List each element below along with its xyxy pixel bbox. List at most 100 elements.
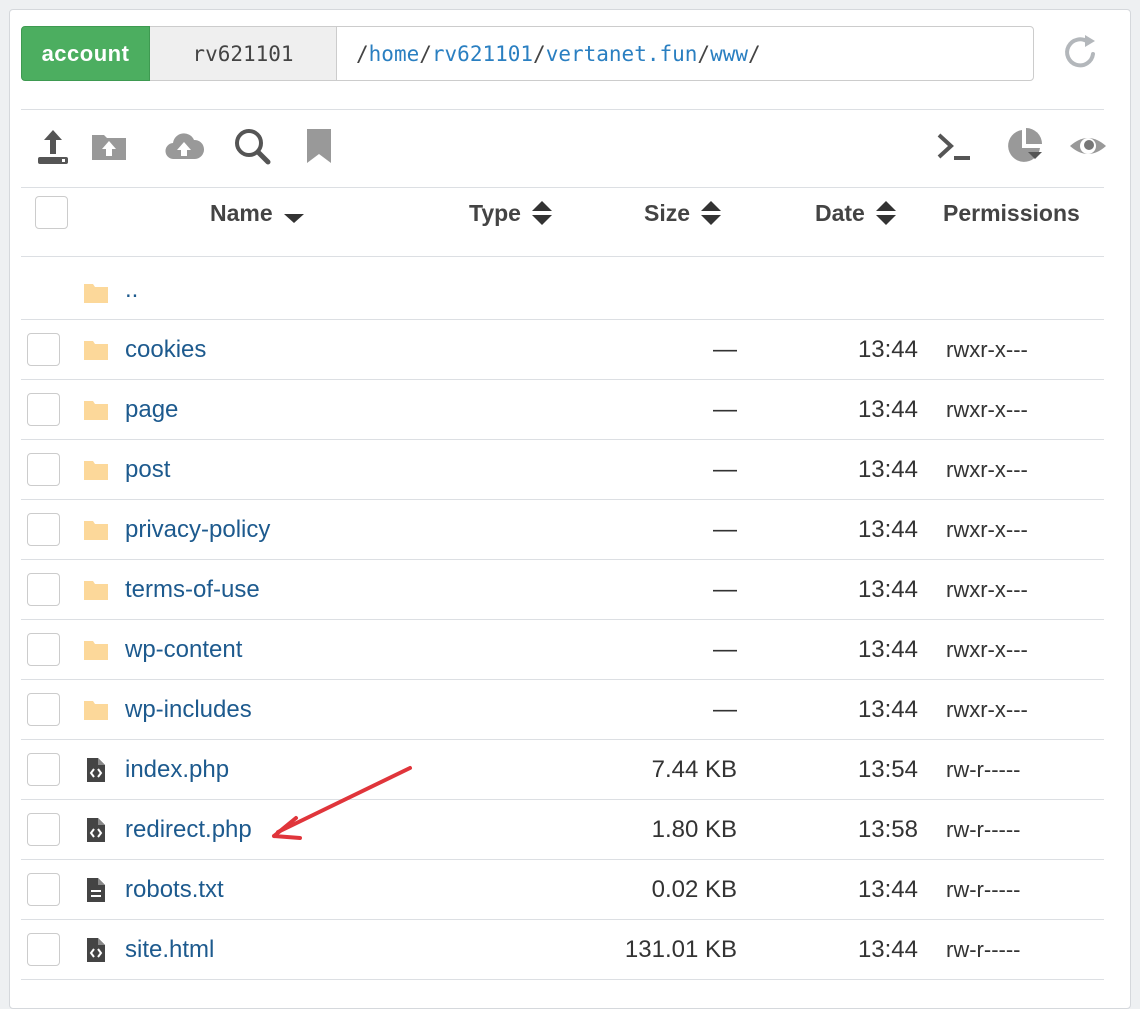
header-date[interactable]: Date xyxy=(815,178,897,248)
file-permissions[interactable]: rwxr-x--- xyxy=(946,620,1028,680)
file-name-link[interactable]: redirect.php xyxy=(125,800,252,860)
parent-dir-row[interactable]: .. xyxy=(21,248,1104,320)
search-icon[interactable] xyxy=(232,126,272,166)
file-size: 7.44 KB xyxy=(651,756,737,783)
file-permissions[interactable]: rw-r----- xyxy=(946,920,1021,980)
file-size: 0.02 KB xyxy=(651,876,737,903)
account-button[interactable]: account xyxy=(21,26,150,81)
path-segment-user[interactable]: rv621101 xyxy=(432,42,533,66)
file-name-link[interactable]: terms-of-use xyxy=(125,560,260,620)
file-date: 13:44 xyxy=(857,516,918,543)
row-checkbox[interactable] xyxy=(27,933,60,966)
upload-icon[interactable] xyxy=(33,126,73,166)
file-name-link[interactable]: page xyxy=(125,380,178,440)
table-row[interactable]: page — 13:44 rwxr-x--- xyxy=(21,380,1104,440)
path-separator: / xyxy=(419,41,432,66)
table-row[interactable]: wp-content — 13:44 rwxr-x--- xyxy=(21,620,1104,680)
parent-dir-link[interactable]: .. xyxy=(125,260,138,320)
path-separator: / xyxy=(748,41,761,66)
sort-icon xyxy=(531,201,552,225)
file-permissions[interactable]: rwxr-x--- xyxy=(946,680,1028,740)
table-row[interactable]: robots.txt 0.02 KB 13:44 rw-r----- xyxy=(21,860,1104,920)
file-permissions[interactable]: rw-r----- xyxy=(946,740,1021,800)
file-size: 131.01 KB xyxy=(624,936,737,963)
file-name-link[interactable]: wp-content xyxy=(125,620,242,680)
file-date: 13:54 xyxy=(857,756,918,783)
file-permissions[interactable]: rwxr-x--- xyxy=(946,320,1028,380)
row-checkbox[interactable] xyxy=(27,753,60,786)
row-checkbox[interactable] xyxy=(27,573,60,606)
bookmark-icon[interactable] xyxy=(299,126,339,166)
path-segment-www[interactable]: www xyxy=(710,42,748,66)
file-date: 13:44 xyxy=(857,576,918,603)
refresh-icon[interactable] xyxy=(1062,32,1102,72)
folder-icon xyxy=(84,284,108,303)
row-checkbox[interactable] xyxy=(27,453,60,486)
row-checkbox[interactable] xyxy=(27,693,60,726)
folder-icon xyxy=(84,581,108,600)
file-size: — xyxy=(713,396,737,423)
file-size: — xyxy=(713,336,737,363)
sort-icon xyxy=(701,201,722,225)
file-name-link[interactable]: robots.txt xyxy=(125,860,224,920)
header-permissions[interactable]: Permissions xyxy=(943,178,1080,248)
file-date: 13:58 xyxy=(857,816,918,843)
select-all-checkbox[interactable] xyxy=(35,196,68,229)
file-name-link[interactable]: post xyxy=(125,440,170,500)
pie-chart-icon[interactable] xyxy=(1004,126,1044,166)
table-row[interactable]: site.html 131.01 KB 13:44 rw-r----- xyxy=(21,920,1104,980)
file-name-link[interactable]: wp-includes xyxy=(125,680,252,740)
file-size: — xyxy=(713,576,737,603)
file-size: — xyxy=(713,516,737,543)
table-row[interactable]: redirect.php 1.80 KB 13:58 rw-r----- xyxy=(21,800,1104,860)
file-date: 13:44 xyxy=(857,696,918,723)
header-name[interactable]: Name xyxy=(210,178,305,248)
header-date-label: Date xyxy=(815,199,865,226)
row-checkbox[interactable] xyxy=(27,333,60,366)
annotation-arrow xyxy=(272,766,412,840)
folder-icon xyxy=(84,641,108,660)
table-row[interactable]: terms-of-use — 13:44 rwxr-x--- xyxy=(21,560,1104,620)
file-name-link[interactable]: index.php xyxy=(125,740,229,800)
file-permissions[interactable]: rwxr-x--- xyxy=(946,440,1028,500)
table-row[interactable]: index.php 7.44 KB 13:54 rw-r----- xyxy=(21,740,1104,800)
header-type-label: Type xyxy=(469,199,521,226)
table-row[interactable]: cookies — 13:44 rwxr-x--- xyxy=(21,320,1104,380)
row-checkbox[interactable] xyxy=(27,873,60,906)
table-row[interactable]: privacy-policy — 13:44 rwxr-x--- xyxy=(21,500,1104,560)
file-date: 13:44 xyxy=(857,636,918,663)
path-separator: / xyxy=(697,41,711,66)
table-row[interactable]: wp-includes — 13:44 rwxr-x--- xyxy=(21,680,1104,740)
path-segment-domain[interactable]: vertanet.fun xyxy=(546,42,698,66)
folder-icon xyxy=(84,521,108,540)
file-permissions[interactable]: rw-r----- xyxy=(946,860,1021,920)
path-separator: / xyxy=(356,41,369,66)
path-segment-home[interactable]: home xyxy=(369,42,420,66)
file-date: 13:44 xyxy=(857,876,918,903)
file-size: — xyxy=(713,456,737,483)
path-breadcrumb: / home / rv621101 / vertanet.fun / www / xyxy=(336,26,1034,81)
file-permissions[interactable]: rwxr-x--- xyxy=(946,560,1028,620)
row-checkbox[interactable] xyxy=(27,633,60,666)
file-name-link[interactable]: site.html xyxy=(125,920,214,980)
header-size-label: Size xyxy=(644,199,691,226)
eye-icon[interactable] xyxy=(1068,126,1108,166)
folder-upload-icon[interactable] xyxy=(89,126,129,166)
file-name-link[interactable]: privacy-policy xyxy=(125,500,270,560)
file-name-link[interactable]: cookies xyxy=(125,320,206,380)
file-permissions[interactable]: rwxr-x--- xyxy=(946,500,1028,560)
path-separator: / xyxy=(533,41,546,66)
file-permissions[interactable]: rwxr-x--- xyxy=(946,380,1028,440)
row-checkbox[interactable] xyxy=(27,393,60,426)
folder-icon xyxy=(84,461,108,480)
row-checkbox[interactable] xyxy=(27,513,60,546)
terminal-icon[interactable] xyxy=(934,126,974,166)
header-type[interactable]: Type xyxy=(469,178,553,248)
file-date: 13:44 xyxy=(857,396,918,423)
table-row[interactable]: post — 13:44 rwxr-x--- xyxy=(21,440,1104,500)
row-checkbox[interactable] xyxy=(27,813,60,846)
file-permissions[interactable]: rw-r----- xyxy=(946,800,1021,860)
file-date: 13:44 xyxy=(857,936,918,963)
cloud-upload-icon[interactable] xyxy=(164,126,204,166)
header-size[interactable]: Size xyxy=(644,178,722,248)
